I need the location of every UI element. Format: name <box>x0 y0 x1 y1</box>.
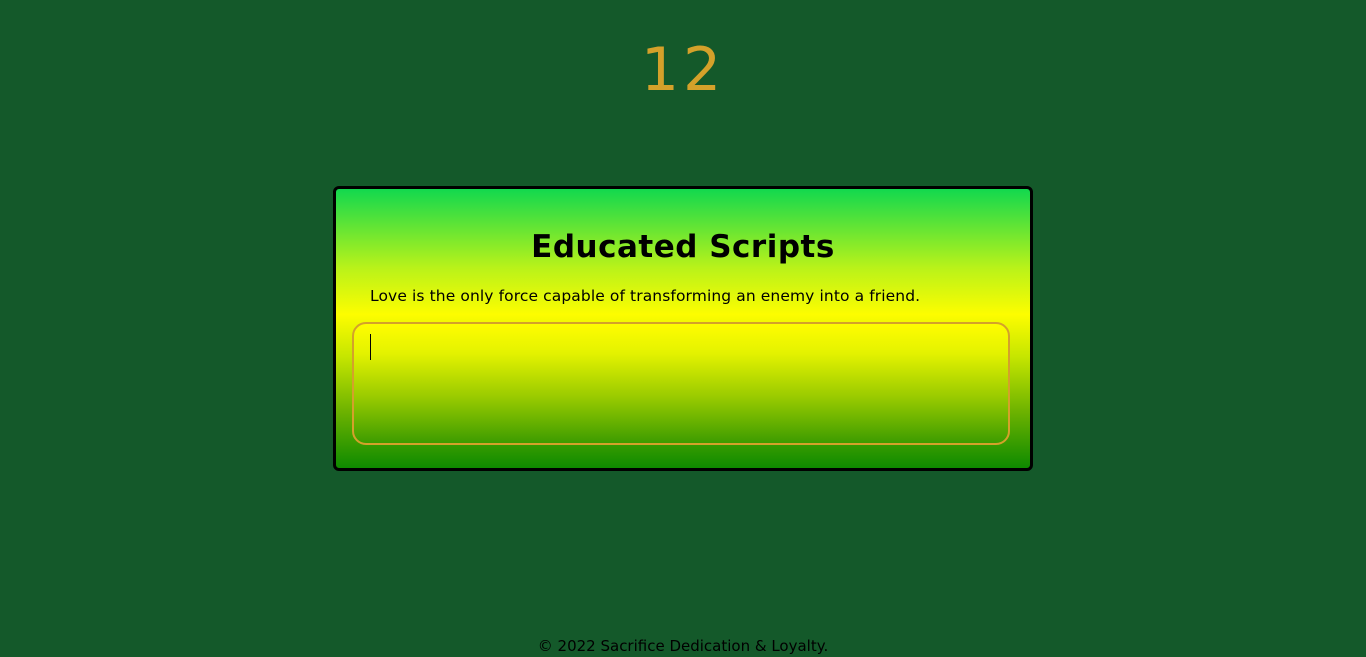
quote-text: Love is the only force capable of transf… <box>370 287 921 305</box>
page: 12 Educated Scripts Love is the only for… <box>0 0 1366 657</box>
typing-input[interactable] <box>352 322 1010 445</box>
footer-copyright: © 2022 Sacrifice Dedication & Loyalty. <box>537 637 829 655</box>
countdown-timer: 12 <box>640 35 726 105</box>
card-title: Educated Scripts <box>531 229 835 265</box>
typing-card: Educated Scripts Love is the only force … <box>333 186 1033 471</box>
text-caret <box>370 334 371 360</box>
